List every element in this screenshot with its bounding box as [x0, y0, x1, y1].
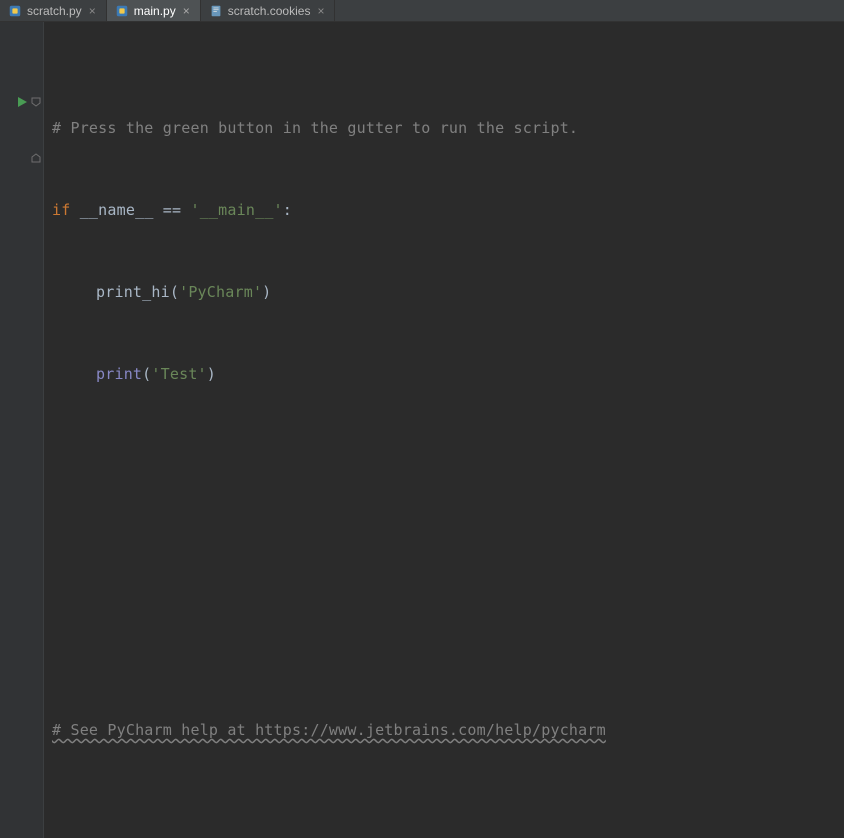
punct: ) [207, 365, 216, 383]
fold-close-icon[interactable] [0, 144, 43, 172]
python-file-icon [8, 4, 22, 18]
tab-label: scratch.py [27, 4, 82, 18]
blank-line[interactable] [52, 798, 844, 826]
code-line[interactable]: # Press the green button in the gutter t… [52, 114, 844, 142]
punct: ( [170, 283, 179, 301]
blank-line[interactable] [52, 634, 844, 662]
fold-open-icon[interactable] [0, 88, 43, 116]
close-icon[interactable]: × [315, 5, 326, 17]
code-line[interactable]: print('Test') [52, 360, 844, 388]
function-call: print_hi [96, 283, 170, 301]
keyword-if: if [52, 201, 70, 219]
builtin-print: print [96, 365, 142, 383]
punct: ( [142, 365, 151, 383]
tab-label: scratch.cookies [228, 4, 311, 18]
tab-label: main.py [134, 4, 176, 18]
editor[interactable]: # Press the green button in the gutter t… [0, 22, 844, 838]
tab-scratch-py[interactable]: scratch.py × [0, 0, 107, 21]
comment: # Press the green button in the gutter t… [52, 119, 578, 137]
punct: ) [262, 283, 271, 301]
identifier: __name__ [70, 201, 162, 219]
blank-line[interactable] [52, 442, 844, 470]
blank-line[interactable] [52, 570, 844, 598]
code-area[interactable]: # Press the green button in the gutter t… [44, 22, 844, 838]
close-icon[interactable]: × [87, 5, 98, 17]
gutter [0, 22, 44, 838]
operator: == [163, 201, 181, 219]
code-line[interactable]: # See PyCharm help at https://www.jetbra… [52, 716, 844, 744]
string: 'Test' [151, 365, 206, 383]
string: 'PyCharm' [179, 283, 262, 301]
blank-line[interactable] [52, 506, 844, 534]
tab-main-py[interactable]: main.py × [107, 0, 201, 21]
punct: : [283, 201, 292, 219]
python-file-icon [115, 4, 129, 18]
comment-link: # See PyCharm help at https://www.jetbra… [52, 721, 606, 739]
tab-scratch-cookies[interactable]: scratch.cookies × [201, 0, 336, 21]
code-line[interactable]: if __name__ == '__main__': [52, 196, 844, 224]
generic-file-icon [209, 4, 223, 18]
string: '__main__' [181, 201, 283, 219]
close-icon[interactable]: × [181, 5, 192, 17]
code-line[interactable]: print_hi('PyCharm') [52, 278, 844, 306]
tab-bar: scratch.py × main.py × scratch.cookies × [0, 0, 844, 22]
